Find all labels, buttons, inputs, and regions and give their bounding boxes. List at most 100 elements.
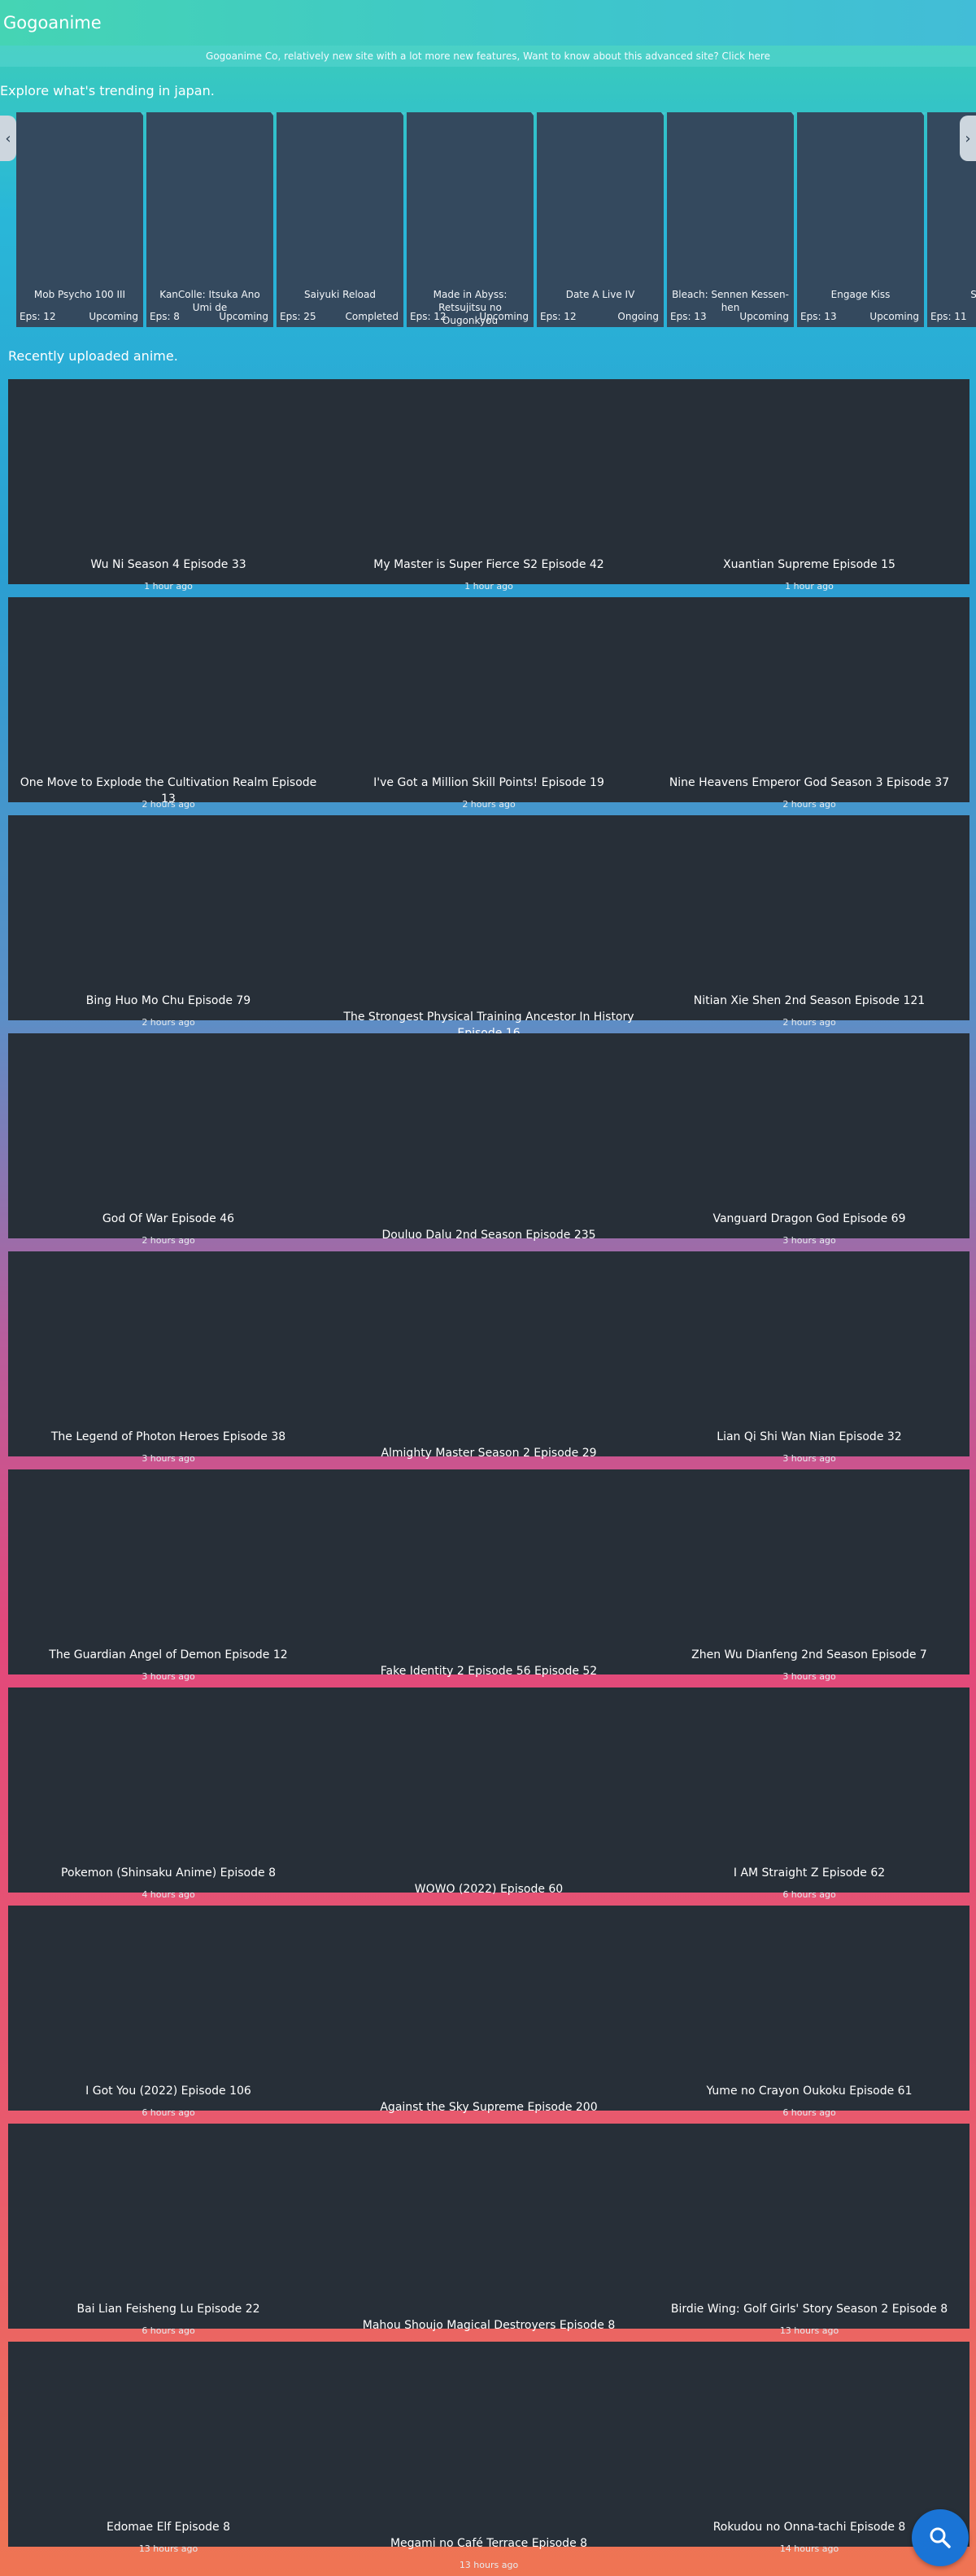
- recent-anime-card[interactable]: Bing Huo Mo Chu Episode 79 2 hours ago: [8, 815, 329, 1028]
- episode-title[interactable]: Lian Qi Shi Wan Nian Episode 32: [656, 1429, 963, 1445]
- trending-card-title[interactable]: Saiyuki Reload: [280, 288, 400, 301]
- recent-anime-card[interactable]: Wu Ni Season 4 Episode 33 1 hour ago: [8, 379, 329, 592]
- card-divider-marker: [791, 112, 797, 116]
- recent-anime-card[interactable]: I've Got a Million Skill Points! Episode…: [329, 597, 649, 810]
- recent-anime-card[interactable]: Nitian Xie Shen 2nd Season Episode 121 2 …: [649, 815, 969, 1028]
- recent-anime-card[interactable]: The Strongest Physical Training Ancestor…: [329, 815, 649, 1044]
- episode-title[interactable]: I've Got a Million Skill Points! Episode…: [335, 775, 643, 791]
- episode-title[interactable]: WOWO (2022) Episode 60: [335, 1881, 643, 1897]
- episode-title[interactable]: Fake Identity 2 Episode 56 Episode 52: [335, 1663, 643, 1679]
- upload-time: 2 hours ago: [142, 1235, 195, 1246]
- trending-card[interactable]: Mob Psycho 100 III Eps: 12 Upcoming: [16, 112, 146, 327]
- recent-anime-card[interactable]: Nine Heavens Emperor God Season 3 Episod…: [649, 597, 969, 810]
- card-divider-marker: [921, 112, 927, 116]
- card-divider-marker: [270, 112, 277, 116]
- episode-title[interactable]: Zhen Wu Dianfeng 2nd Season Episode 7: [656, 1647, 963, 1663]
- recent-anime-card[interactable]: Vanguard Dragon God Episode 69 3 hours ag…: [649, 1033, 969, 1246]
- upload-time: 2 hours ago: [142, 799, 195, 810]
- recent-anime-card[interactable]: Megami no Café Terrace Episode 8 13 hours…: [329, 2342, 649, 2570]
- recent-anime-card[interactable]: Douluo Dalu 2nd Season Episode 2353 hour…: [329, 1033, 649, 1262]
- trending-card[interactable]: Saiyuki Reload Eps: 25 Completed: [277, 112, 407, 327]
- recent-anime-card[interactable]: Zhen Wu Dianfeng 2nd Season Episode 7 3 h…: [649, 1469, 969, 1682]
- trending-card-status: Upcoming: [89, 311, 138, 322]
- chevron-left-icon: ‹: [5, 129, 11, 147]
- trending-card-episodes: Eps: 12: [20, 311, 56, 322]
- upload-time: 6 hours ago: [782, 2107, 836, 2118]
- episode-title[interactable]: I AM Straight Z Episode 62: [656, 1865, 963, 1881]
- search-button[interactable]: [912, 2509, 969, 2566]
- recent-anime-card[interactable]: Edomae Elf Episode 8 13 hours ago: [8, 2342, 329, 2554]
- trending-card[interactable]: Engage Kiss Eps: 13 Upcoming: [797, 112, 927, 327]
- episode-title[interactable]: I Got You (2022) Episode 106: [15, 2083, 322, 2099]
- episode-title[interactable]: Almighty Master Season 2 Episode 29: [335, 1445, 643, 1461]
- recent-anime-card[interactable]: My Master is Super Fierce S2 Episode 42 1…: [329, 379, 649, 592]
- upload-time: 13 hours ago: [779, 2325, 839, 2336]
- recent-anime-card[interactable]: Bai Lian Feisheng Lu Episode 22 6 hours a…: [8, 2124, 329, 2336]
- episode-title[interactable]: Xuantian Supreme Episode 15: [656, 557, 963, 573]
- recent-anime-card[interactable]: Yume no Crayon Oukoku Episode 61 6 hours …: [649, 1906, 969, 2118]
- recent-section-title: Recently uploaded anime.: [8, 348, 178, 364]
- trending-card-episodes: Eps: 25: [280, 311, 316, 322]
- recent-anime-card[interactable]: God Of War Episode 46 2 hours ago: [8, 1033, 329, 1246]
- episode-title[interactable]: Yume no Crayon Oukoku Episode 61: [656, 2083, 963, 2099]
- carousel-prev-button[interactable]: ‹: [0, 116, 16, 161]
- trending-card-status: Completed: [345, 311, 399, 322]
- carousel-next-button[interactable]: ›: [960, 116, 976, 161]
- trending-card-status: Upcoming: [479, 311, 529, 322]
- episode-title[interactable]: God Of War Episode 46: [15, 1211, 322, 1227]
- episode-title[interactable]: The Guardian Angel of Demon Episode 12: [15, 1647, 322, 1663]
- recent-anime-card[interactable]: WOWO (2022) Episode 606 hours ago: [329, 1687, 649, 1916]
- episode-title[interactable]: Pokemon (Shinsaku Anime) Episode 8: [15, 1865, 322, 1881]
- episode-title[interactable]: The Legend of Photon Heroes Episode 38: [15, 1429, 322, 1445]
- trending-card-title[interactable]: Engage Kiss: [800, 288, 921, 301]
- trending-card-title[interactable]: Date A Live IV: [540, 288, 660, 301]
- search-icon: [930, 2527, 951, 2548]
- upload-time: 1 hour ago: [464, 581, 513, 592]
- recent-anime-card[interactable]: I Got You (2022) Episode 106 6 hours ago: [8, 1906, 329, 2118]
- episode-title[interactable]: Douluo Dalu 2nd Season Episode 235: [335, 1227, 643, 1243]
- recent-anime-card[interactable]: Fake Identity 2 Episode 56 Episode 523 h…: [329, 1469, 649, 1698]
- upload-time: 6 hours ago: [142, 2107, 195, 2118]
- trending-card[interactable]: Date A Live IV Eps: 12 Ongoing: [537, 112, 667, 327]
- chevron-right-icon: ›: [965, 129, 971, 147]
- recent-anime-card[interactable]: Xuantian Supreme Episode 15 1 hour ago: [649, 379, 969, 592]
- recent-anime-card[interactable]: The Legend of Photon Heroes Episode 38 3 …: [8, 1251, 329, 1464]
- recent-anime-card[interactable]: Pokemon (Shinsaku Anime) Episode 8 4 hour…: [8, 1687, 329, 1900]
- episode-title[interactable]: Vanguard Dragon God Episode 69: [656, 1211, 963, 1227]
- episode-title[interactable]: Edomae Elf Episode 8: [15, 2519, 322, 2535]
- upload-time: 13 hours ago: [459, 2560, 519, 2570]
- episode-title[interactable]: Nitian Xie Shen 2nd Season Episode 121: [656, 993, 963, 1009]
- card-divider-marker: [530, 112, 537, 116]
- recent-anime-card[interactable]: The Guardian Angel of Demon Episode 12 3 …: [8, 1469, 329, 1682]
- episode-title[interactable]: Mahou Shoujo Magical Destroyers Episode …: [335, 2317, 643, 2334]
- recent-anime-card[interactable]: Mahou Shoujo Magical Destroyers Episode …: [329, 2124, 649, 2352]
- trending-card[interactable]: KanColle: Itsuka Ano Umi de Eps: 8 Upcomin…: [146, 112, 277, 327]
- site-notice-banner[interactable]: Gogoanime Co, relatively new site with a…: [0, 46, 976, 67]
- episode-title[interactable]: Megami no Café Terrace Episode 8: [335, 2535, 643, 2552]
- recent-anime-card[interactable]: I AM Straight Z Episode 62 6 hours ago: [649, 1687, 969, 1900]
- notice-text[interactable]: Gogoanime Co, relatively new site with a…: [206, 50, 770, 62]
- episode-title[interactable]: Bing Huo Mo Chu Episode 79: [15, 993, 322, 1009]
- trending-card-episodes: Eps: 12: [410, 311, 447, 322]
- recent-anime-card[interactable]: Almighty Master Season 2 Episode 293 hou…: [329, 1251, 649, 1480]
- trending-card[interactable]: Bleach: Sennen Kessen-hen Eps: 13 Upcoming: [667, 112, 797, 327]
- recent-anime-card[interactable]: One Move to Explode the Cultivation Real…: [8, 597, 329, 810]
- trending-card-title[interactable]: Shuuma: [930, 288, 976, 301]
- recent-anime-card[interactable]: Against the Sky Supreme Episode 2006 hou…: [329, 1906, 649, 2134]
- trending-card-episodes: Eps: 13: [670, 311, 707, 322]
- episode-title[interactable]: Wu Ni Season 4 Episode 33: [15, 557, 322, 573]
- site-header: Gogoanime: [0, 0, 976, 46]
- episode-title[interactable]: My Master is Super Fierce S2 Episode 42: [335, 557, 643, 573]
- recent-anime-card[interactable]: Lian Qi Shi Wan Nian Episode 32 3 hours a…: [649, 1251, 969, 1464]
- site-logo[interactable]: Gogoanime: [3, 13, 102, 33]
- trending-card[interactable]: Made in Abyss: Retsujitsu no Ougonkyou Ep…: [407, 112, 537, 327]
- episode-title[interactable]: Birdie Wing: Golf Girls' Story Season 2 …: [656, 2301, 963, 2317]
- trending-card-title[interactable]: Mob Psycho 100 III: [20, 288, 140, 301]
- episode-title[interactable]: Nine Heavens Emperor God Season 3 Episod…: [656, 775, 963, 791]
- card-divider-marker: [660, 112, 667, 116]
- recent-anime-card[interactable]: Birdie Wing: Golf Girls' Story Season 2 …: [649, 2124, 969, 2336]
- upload-time: 6 hours ago: [782, 1889, 836, 1900]
- upload-time: 6 hours ago: [142, 2325, 195, 2336]
- episode-title[interactable]: Against the Sky Supreme Episode 200: [335, 2099, 643, 2115]
- episode-title[interactable]: Bai Lian Feisheng Lu Episode 22: [15, 2301, 322, 2317]
